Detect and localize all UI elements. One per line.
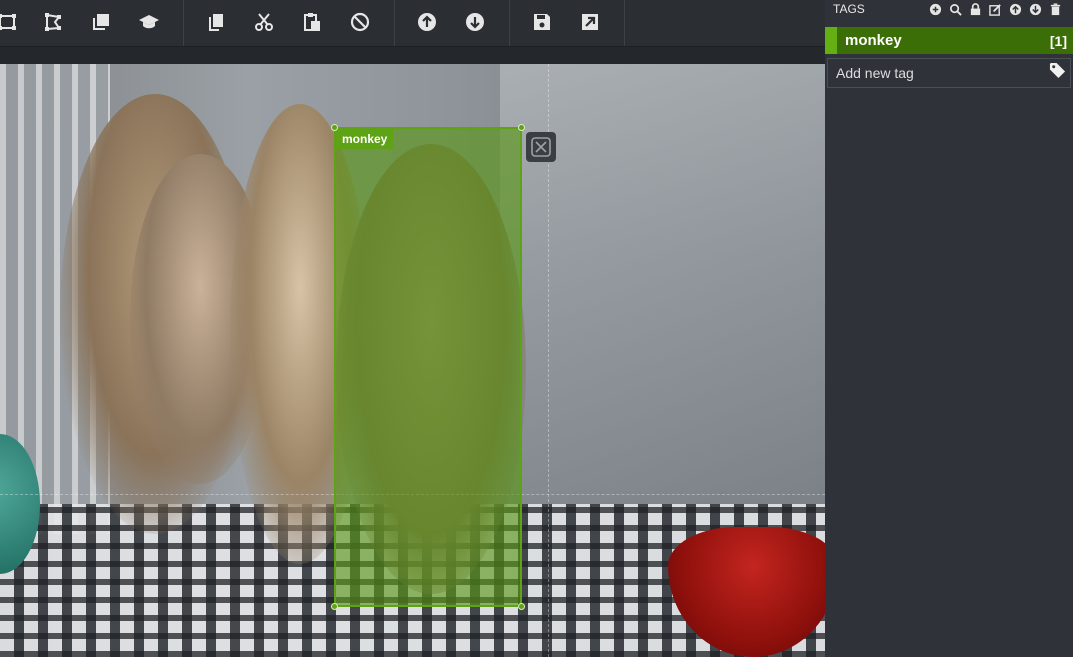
move-tag-up-icon[interactable] — [1007, 2, 1023, 16]
delete-region-button[interactable] — [526, 132, 556, 162]
toolbar-divider — [183, 0, 184, 46]
tag-icon — [1049, 62, 1066, 84]
edit-tag-icon[interactable] — [987, 2, 1003, 16]
clear-regions-icon[interactable] — [347, 9, 373, 35]
draw-rectangle-icon[interactable] — [0, 9, 20, 35]
region-box[interactable]: monkey — [331, 124, 525, 610]
toolbar-divider — [394, 0, 395, 46]
tag-item-monkey[interactable]: monkey [1] — [825, 27, 1073, 54]
delete-tag-icon[interactable] — [1047, 2, 1063, 16]
copy-rectangle-icon[interactable] — [88, 9, 114, 35]
tags-header: TAGS — [833, 2, 865, 16]
region-tag-label: monkey — [336, 129, 394, 149]
lock-tag-icon[interactable] — [967, 2, 983, 16]
region-handle-bottom-left[interactable] — [331, 603, 338, 610]
cut-regions-icon[interactable] — [251, 9, 277, 35]
copy-regions-icon[interactable] — [203, 9, 229, 35]
save-project-icon[interactable] — [529, 9, 555, 35]
export-project-icon[interactable] — [577, 9, 603, 35]
region-handle-bottom-right[interactable] — [518, 603, 525, 610]
draw-polygon-icon[interactable] — [40, 9, 66, 35]
tag-count: [1] — [1049, 32, 1067, 49]
add-tag-icon[interactable] — [927, 2, 943, 16]
canvas-top-margin — [0, 47, 825, 64]
previous-asset-icon[interactable] — [414, 9, 440, 35]
paste-regions-icon[interactable] — [299, 9, 325, 35]
move-tag-down-icon[interactable] — [1027, 2, 1043, 16]
toolbar-divider — [509, 0, 510, 46]
new-tag-input[interactable] — [836, 65, 1036, 81]
add-new-tag-field — [827, 58, 1071, 88]
active-learning-icon[interactable] — [136, 9, 162, 35]
region-handle-top-left[interactable] — [331, 124, 338, 131]
tag-name: monkey — [845, 32, 902, 49]
image-canvas[interactable]: monkey — [0, 64, 825, 657]
next-asset-icon[interactable] — [462, 9, 488, 35]
editor-toolbar — [0, 0, 825, 47]
tag-tools — [927, 2, 1063, 16]
toolbar-divider — [624, 0, 625, 46]
tags-sidebar: TAGS monkey [1] — [825, 0, 1073, 657]
region-handle-top-right[interactable] — [518, 124, 525, 131]
close-icon — [531, 137, 551, 157]
search-tags-icon[interactable] — [947, 2, 963, 16]
